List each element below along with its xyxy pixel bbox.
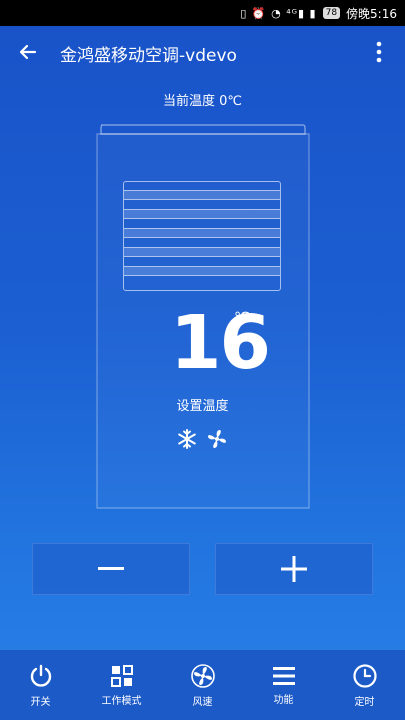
vent-slat (124, 266, 280, 276)
nav-power[interactable]: 开关 (6, 663, 76, 708)
bottom-navigation: 开关 工作模式 风速 功能 定时 (0, 650, 405, 720)
back-button[interactable] (14, 38, 42, 66)
nav-fan-speed[interactable]: 风速 (168, 663, 238, 708)
set-temperature-unit: ℃ (234, 310, 250, 326)
vent-slat (124, 209, 280, 219)
status-icons: ▯ ⏰ ◔ ⁴ᴳ▮ ▮ (240, 6, 317, 20)
vent-slat (124, 247, 280, 257)
clock-icon (352, 663, 377, 688)
vent-slat (124, 228, 280, 238)
arrow-left-icon (19, 44, 37, 60)
nav-work-mode[interactable]: 工作模式 (87, 664, 157, 707)
vent-slat (124, 190, 280, 200)
nav-label: 工作模式 (101, 695, 142, 707)
nav-label: 风速 (192, 696, 213, 708)
mode-indicators (176, 428, 228, 450)
status-bar: ▯ ⏰ ◔ ⁴ᴳ▮ ▮ 78 傍晚5:16 (0, 0, 405, 26)
plus-icon (281, 556, 307, 582)
status-time: 傍晚5:16 (346, 6, 397, 21)
more-vertical-icon (376, 41, 382, 63)
nav-timer[interactable]: 定时 (330, 663, 400, 708)
power-icon (30, 664, 51, 687)
nav-label: 功能 (273, 694, 294, 706)
page-title: 金鸿盛移动空调-vdevo (60, 46, 237, 66)
minus-icon (98, 567, 124, 570)
more-options-button[interactable] (367, 38, 391, 66)
ac-vent-illustration (123, 181, 281, 291)
nav-function[interactable]: 功能 (249, 665, 319, 706)
fan-icon (208, 430, 226, 448)
current-temperature: 当前温度 0℃ (162, 94, 242, 109)
nav-label: 定时 (354, 696, 375, 708)
nav-label: 开关 (30, 696, 51, 708)
battery-indicator: 78 (322, 7, 341, 19)
decrease-temperature-button[interactable] (32, 543, 190, 595)
app-bar: 金鸿盛移动空调-vdevo (0, 26, 405, 78)
increase-temperature-button[interactable] (215, 543, 373, 595)
fan-icon (190, 663, 215, 688)
mode-grid-icon (110, 664, 133, 687)
menu-icon (272, 666, 295, 685)
set-temperature-label: 设置温度 (176, 399, 229, 414)
snowflake-icon (178, 429, 196, 449)
set-temperature-value: 16 (170, 300, 271, 386)
